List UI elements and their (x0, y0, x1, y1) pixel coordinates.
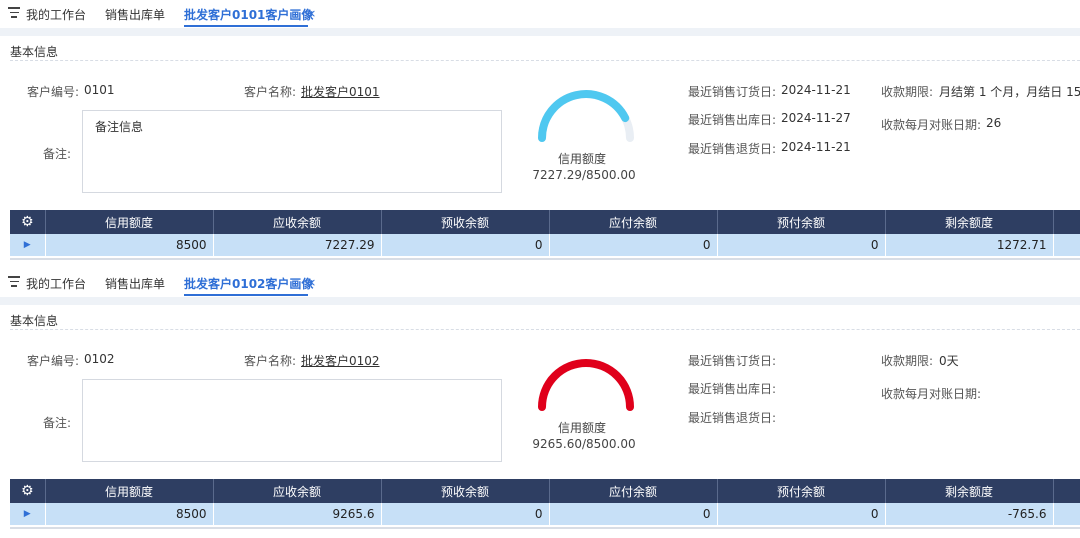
last-outbound-label: 最近销售出库日: (688, 382, 777, 396)
credit-gauge-value: 7227.29/8500.00 (532, 168, 636, 182)
last-return-label: 最近销售退货日: (688, 411, 777, 425)
credit-gauge-value: 9265.60/8500.00 (532, 437, 636, 451)
tab-bar: 我的工作台 销售出库单 批发客户0101客户画像 × (0, 0, 1080, 28)
section-divider (10, 329, 1080, 330)
table-cell-filler (1053, 503, 1080, 525)
tab-customer-profile[interactable]: 批发客户0101客户画像 (184, 6, 313, 23)
remark-field[interactable] (82, 379, 502, 462)
last-return-label: 最近销售退货日: (688, 142, 777, 156)
table-header-row: ⚙ 信用额度 应收余额 预收余额 应付余额 预付余额 剩余额度 (10, 479, 1080, 503)
gear-icon: ⚙ (20, 483, 34, 499)
credit-gauge (538, 90, 634, 142)
customer-profile-panel: 我的工作台 销售出库单 批发客户0102客户画像 × 基本信息 客户编号: 01… (0, 269, 1080, 538)
column-header: 剩余额度 (885, 479, 1054, 503)
tab-customer-profile[interactable]: 批发客户0102客户画像 (184, 275, 313, 292)
column-header: 应付余额 (549, 210, 718, 234)
close-tab-icon[interactable]: × (307, 7, 316, 20)
column-header: 预付余额 (717, 210, 886, 234)
last-return-value: 2024-11-21 (781, 140, 851, 154)
tab-separator (0, 28, 1080, 36)
table-cell: 0 (717, 234, 886, 256)
row-selected-indicator-icon: ▶ (10, 234, 46, 256)
table-cell: 0 (381, 503, 550, 525)
column-header: 应收余额 (213, 479, 382, 503)
column-header: 应收余额 (213, 210, 382, 234)
remark-label: 备注: (43, 147, 72, 161)
column-header: 预收余额 (381, 210, 550, 234)
last-order-label: 最近销售订货日: (688, 354, 777, 368)
section-divider (10, 60, 1080, 61)
table-bottom-border (10, 527, 1080, 529)
table-cell: 1272.71 (885, 234, 1054, 256)
last-order-value: 2024-11-21 (781, 83, 851, 97)
row-selected-indicator-icon: ▶ (10, 503, 46, 525)
menu-icon[interactable] (8, 276, 20, 290)
balance-table: ⚙ 信用额度 应收余额 预收余额 应付余额 预付余额 剩余额度 ▶ 8500 7… (10, 210, 1080, 256)
customer-profile-panel: 我的工作台 销售出库单 批发客户0101客户画像 × 基本信息 客户编号: 01… (0, 0, 1080, 269)
active-tab-indicator (184, 25, 308, 27)
table-cell: 0 (549, 234, 718, 256)
last-outbound-label: 最近销售出库日: (688, 113, 777, 127)
customer-name-link[interactable]: 批发客户0102 (301, 352, 380, 369)
customer-code-value: 0101 (84, 83, 115, 97)
table-cell: 7227.29 (213, 234, 382, 256)
last-order-label: 最近销售订货日: (688, 85, 777, 99)
customer-name-link[interactable]: 批发客户0101 (301, 83, 380, 100)
remark-label: 备注: (43, 416, 72, 430)
table-cell: 8500 (45, 503, 214, 525)
customer-code-value: 0102 (84, 352, 115, 366)
tab-sales-outbound[interactable]: 销售出库单 (105, 6, 165, 23)
section-title: 基本信息 (10, 314, 59, 328)
tab-sales-outbound[interactable]: 销售出库单 (105, 275, 165, 292)
column-settings-button[interactable]: ⚙ (10, 210, 46, 234)
customer-name-label: 客户名称: (244, 85, 297, 99)
tab-workbench[interactable]: 我的工作台 (26, 275, 86, 292)
payment-term-label: 收款期限: (881, 354, 934, 368)
payment-term-value: 月结第 1 个月，月结日 15 (939, 85, 1080, 99)
gear-icon: ⚙ (20, 214, 34, 230)
active-tab-indicator (184, 294, 308, 296)
section-title: 基本信息 (10, 45, 59, 59)
tab-bar: 我的工作台 销售出库单 批发客户0102客户画像 × (0, 269, 1080, 297)
close-tab-icon[interactable]: × (307, 276, 316, 289)
credit-gauge-label: 信用额度 (557, 421, 606, 435)
table-cell-filler (1053, 234, 1080, 256)
table-cell: -765.6 (885, 503, 1054, 525)
credit-gauge-label: 信用额度 (557, 152, 606, 166)
remark-text: 备注信息 (95, 120, 144, 134)
payment-term-label: 收款期限: (881, 85, 934, 99)
column-settings-button[interactable]: ⚙ (10, 479, 46, 503)
column-header: 剩余额度 (885, 210, 1054, 234)
customer-code-label: 客户编号: (27, 354, 80, 368)
tab-separator (0, 297, 1080, 305)
table-cell: 0 (381, 234, 550, 256)
column-header: 预收余额 (381, 479, 550, 503)
table-cell: 9265.6 (213, 503, 382, 525)
tab-workbench[interactable]: 我的工作台 (26, 6, 86, 23)
customer-code-label: 客户编号: (27, 85, 80, 99)
column-header: 信用额度 (45, 479, 214, 503)
reconcile-day-label: 收款每月对账日期: (881, 118, 982, 132)
reconcile-day-value: 26 (986, 116, 1002, 130)
table-row[interactable]: ▶ 8500 7227.29 0 0 0 1272.71 (10, 234, 1080, 256)
table-cell: 8500 (45, 234, 214, 256)
payment-term-value: 0天 (939, 354, 959, 368)
table-cell: 0 (549, 503, 718, 525)
remark-field[interactable]: 备注信息 (82, 110, 502, 193)
reconcile-day-label: 收款每月对账日期: (881, 387, 982, 401)
customer-name-label: 客户名称: (244, 354, 297, 368)
last-outbound-value: 2024-11-27 (781, 111, 851, 125)
table-row[interactable]: ▶ 8500 9265.6 0 0 0 -765.6 (10, 503, 1080, 525)
column-header-filler (1053, 479, 1080, 503)
balance-table: ⚙ 信用额度 应收余额 预收余额 应付余额 预付余额 剩余额度 ▶ 8500 9… (10, 479, 1080, 525)
table-cell: 0 (717, 503, 886, 525)
column-header: 信用额度 (45, 210, 214, 234)
table-bottom-border (10, 258, 1080, 260)
column-header: 应付余额 (549, 479, 718, 503)
column-header: 预付余额 (717, 479, 886, 503)
column-header-filler (1053, 210, 1080, 234)
credit-gauge (538, 359, 634, 411)
table-header-row: ⚙ 信用额度 应收余额 预收余额 应付余额 预付余额 剩余额度 (10, 210, 1080, 234)
menu-icon[interactable] (8, 7, 20, 21)
